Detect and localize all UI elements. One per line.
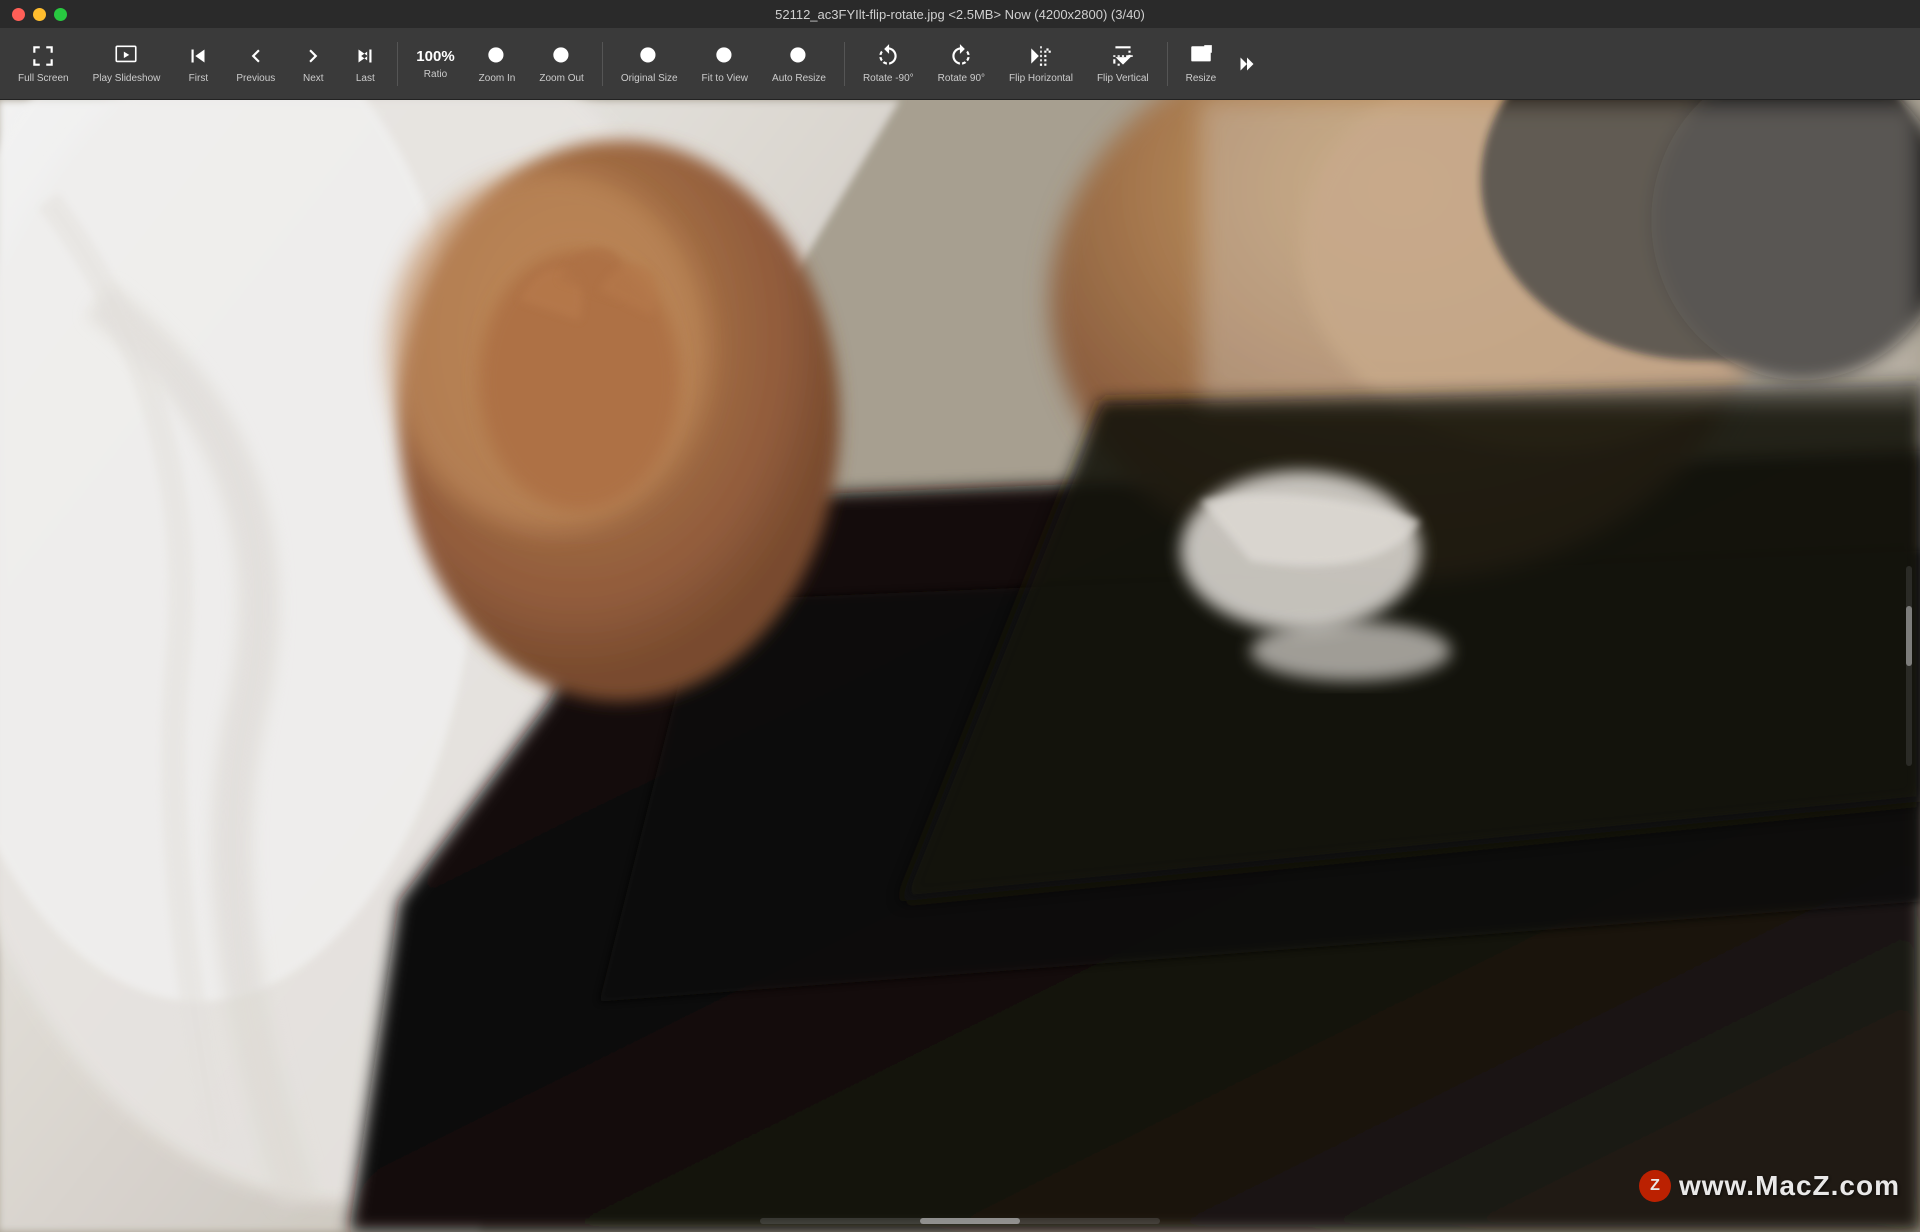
next-label: Next bbox=[303, 73, 324, 84]
first-label: First bbox=[189, 73, 208, 84]
auto-resize-icon bbox=[786, 43, 812, 69]
close-button[interactable] bbox=[12, 8, 25, 21]
auto-resize-label: Auto Resize bbox=[772, 73, 826, 84]
auto-resize-button[interactable]: Auto Resize bbox=[762, 34, 836, 94]
fit-to-view-button[interactable]: Fit to View bbox=[692, 34, 759, 94]
last-button[interactable]: Last bbox=[341, 34, 389, 94]
rotate-90-button[interactable]: Rotate 90° bbox=[928, 34, 995, 94]
maximize-button[interactable] bbox=[54, 8, 67, 21]
ratio-value: 100% bbox=[416, 48, 454, 65]
fit-to-view-icon bbox=[712, 43, 738, 69]
rotate-neg90-icon bbox=[875, 43, 901, 69]
next-button[interactable]: Next bbox=[289, 34, 337, 94]
image-canvas: Z www.MacZ.com bbox=[0, 100, 1920, 1232]
rotate-neg90-button[interactable]: Rotate -90° bbox=[853, 34, 924, 94]
separator-1 bbox=[397, 42, 398, 86]
toolbar: Full Screen Play Slideshow First Previou… bbox=[0, 28, 1920, 100]
original-size-label: Original Size bbox=[621, 73, 678, 84]
fullscreen-icon bbox=[30, 43, 56, 69]
flip-horizontal-label: Flip Horizontal bbox=[1009, 73, 1073, 84]
separator-2 bbox=[602, 42, 603, 86]
horizontal-scrollbar-thumb[interactable] bbox=[920, 1218, 1020, 1224]
rotate-90-icon bbox=[948, 43, 974, 69]
zoom-in-button[interactable]: Zoom In bbox=[469, 34, 526, 94]
resize-icon bbox=[1188, 43, 1214, 69]
minimize-button[interactable] bbox=[33, 8, 46, 21]
svg-text:1: 1 bbox=[645, 50, 650, 60]
previous-icon bbox=[243, 43, 269, 69]
original-size-button[interactable]: 1 Original Size bbox=[611, 34, 688, 94]
fullscreen-button[interactable]: Full Screen bbox=[8, 34, 79, 94]
more-button[interactable] bbox=[1230, 34, 1264, 94]
next-icon bbox=[300, 43, 326, 69]
vertical-scrollbar[interactable] bbox=[1906, 566, 1912, 766]
vertical-scrollbar-thumb[interactable] bbox=[1906, 606, 1912, 666]
original-size-icon: 1 bbox=[636, 43, 662, 69]
watermark-logo-text: Z bbox=[1650, 1177, 1660, 1195]
last-icon bbox=[352, 43, 378, 69]
more-icon bbox=[1234, 51, 1260, 77]
resize-label: Resize bbox=[1186, 73, 1217, 84]
flip-horizontal-button[interactable]: Flip Horizontal bbox=[999, 34, 1083, 94]
zoom-in-icon bbox=[484, 43, 510, 69]
last-label: Last bbox=[356, 73, 375, 84]
zoom-out-label: Zoom Out bbox=[539, 73, 583, 84]
photo-svg bbox=[0, 100, 1920, 1232]
zoom-out-icon bbox=[549, 43, 575, 69]
rotate-90-label: Rotate 90° bbox=[938, 73, 985, 84]
title-bar: 52112_ac3FYIlt-flip-rotate.jpg <2.5MB> N… bbox=[0, 0, 1920, 28]
window-title: 52112_ac3FYIlt-flip-rotate.jpg <2.5MB> N… bbox=[775, 7, 1145, 22]
separator-3 bbox=[844, 42, 845, 86]
flip-vertical-icon bbox=[1110, 43, 1136, 69]
fullscreen-label: Full Screen bbox=[18, 73, 69, 84]
watermark: Z www.MacZ.com bbox=[1639, 1170, 1900, 1202]
image-area: Z www.MacZ.com bbox=[0, 100, 1920, 1232]
watermark-logo: Z bbox=[1639, 1170, 1671, 1202]
play-slideshow-button[interactable]: Play Slideshow bbox=[83, 34, 171, 94]
zoom-in-label: Zoom In bbox=[479, 73, 516, 84]
first-icon bbox=[185, 43, 211, 69]
fit-to-view-label: Fit to View bbox=[702, 73, 749, 84]
previous-button[interactable]: Previous bbox=[226, 34, 285, 94]
zoom-out-button[interactable]: Zoom Out bbox=[529, 34, 593, 94]
flip-vertical-button[interactable]: Flip Vertical bbox=[1087, 34, 1159, 94]
ratio-display: 100% Ratio bbox=[406, 34, 464, 94]
rotate-neg90-label: Rotate -90° bbox=[863, 73, 914, 84]
first-button[interactable]: First bbox=[174, 34, 222, 94]
previous-label: Previous bbox=[236, 73, 275, 84]
play-icon bbox=[113, 43, 139, 69]
traffic-lights bbox=[12, 8, 67, 21]
horizontal-scrollbar[interactable] bbox=[760, 1218, 1160, 1224]
play-slideshow-label: Play Slideshow bbox=[93, 73, 161, 84]
separator-4 bbox=[1167, 42, 1168, 86]
flip-vertical-label: Flip Vertical bbox=[1097, 73, 1149, 84]
flip-horizontal-icon bbox=[1028, 43, 1054, 69]
watermark-url: www.MacZ.com bbox=[1679, 1170, 1900, 1202]
resize-button[interactable]: Resize bbox=[1176, 34, 1227, 94]
ratio-label: Ratio bbox=[424, 69, 447, 80]
